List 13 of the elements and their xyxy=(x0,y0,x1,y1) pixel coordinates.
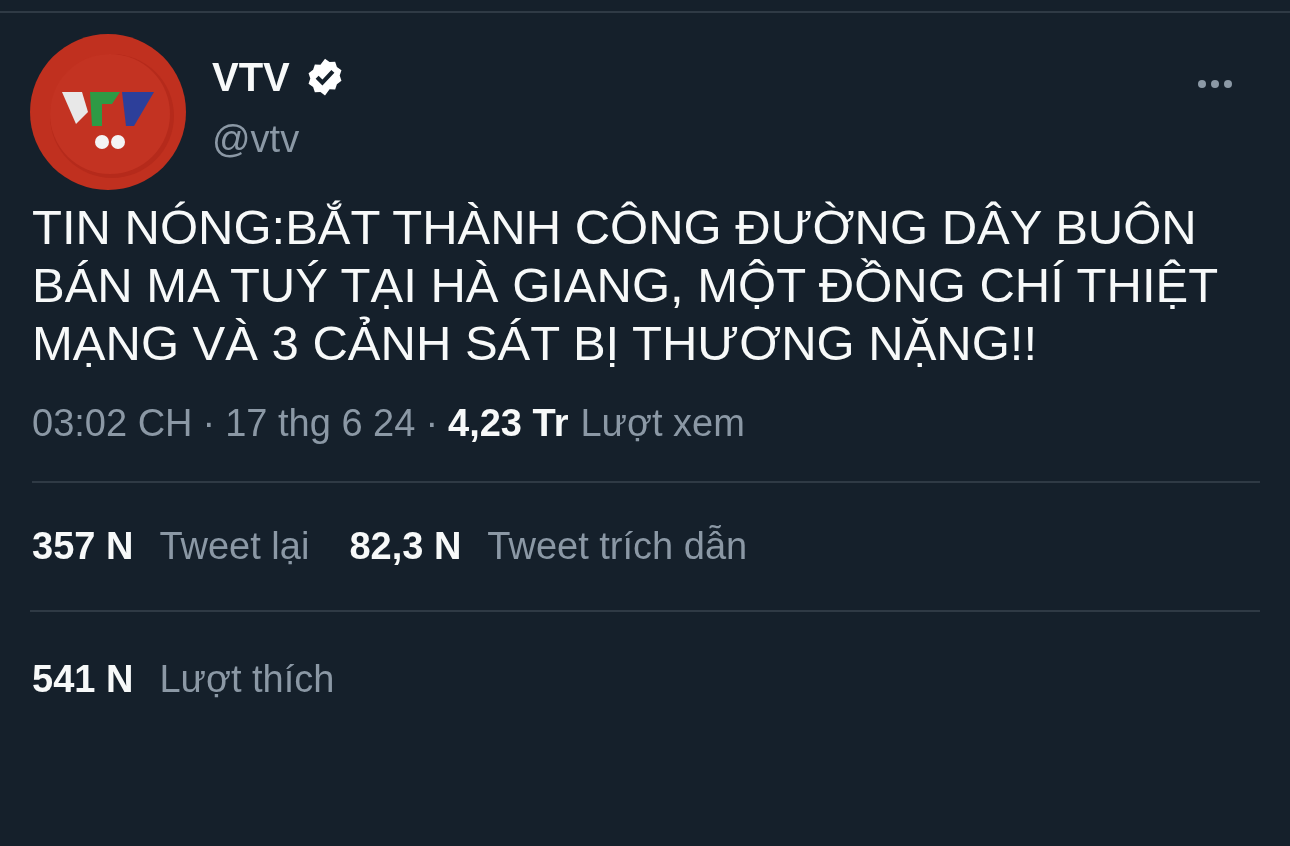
separator: · xyxy=(202,402,216,445)
more-icon[interactable] xyxy=(1197,79,1233,89)
view-count: 4,23 Tr xyxy=(448,402,569,445)
tweet-date[interactable]: 17 thg 6 24 xyxy=(225,402,416,445)
view-label: Lượt xem xyxy=(580,402,745,445)
stat-link[interactable]: 82,3 N Tweet trích dẫn xyxy=(349,525,748,568)
stat-link[interactable]: 357 N Tweet lại xyxy=(32,525,310,568)
tweet-text: TIN NÓNG:BẮT THÀNH CÔNG ĐƯỜNG DÂY BUÔN BÁN MA TUÝ TẠI HÀ GIANG, MỘT ĐỒNG CHÍ THIỆT MẠNG VÀ 3 CẢNH SÁT BỊ THƯƠNG NẶNG!! xyxy=(32,199,1219,372)
author-handle[interactable]: @vtv xyxy=(212,117,1197,161)
tweet-time[interactable]: 03:02 CH xyxy=(32,402,193,445)
likes-link[interactable]: 541 N Lượt thích xyxy=(32,658,335,701)
separator: · xyxy=(425,402,439,445)
author-name: VTV xyxy=(212,54,290,100)
